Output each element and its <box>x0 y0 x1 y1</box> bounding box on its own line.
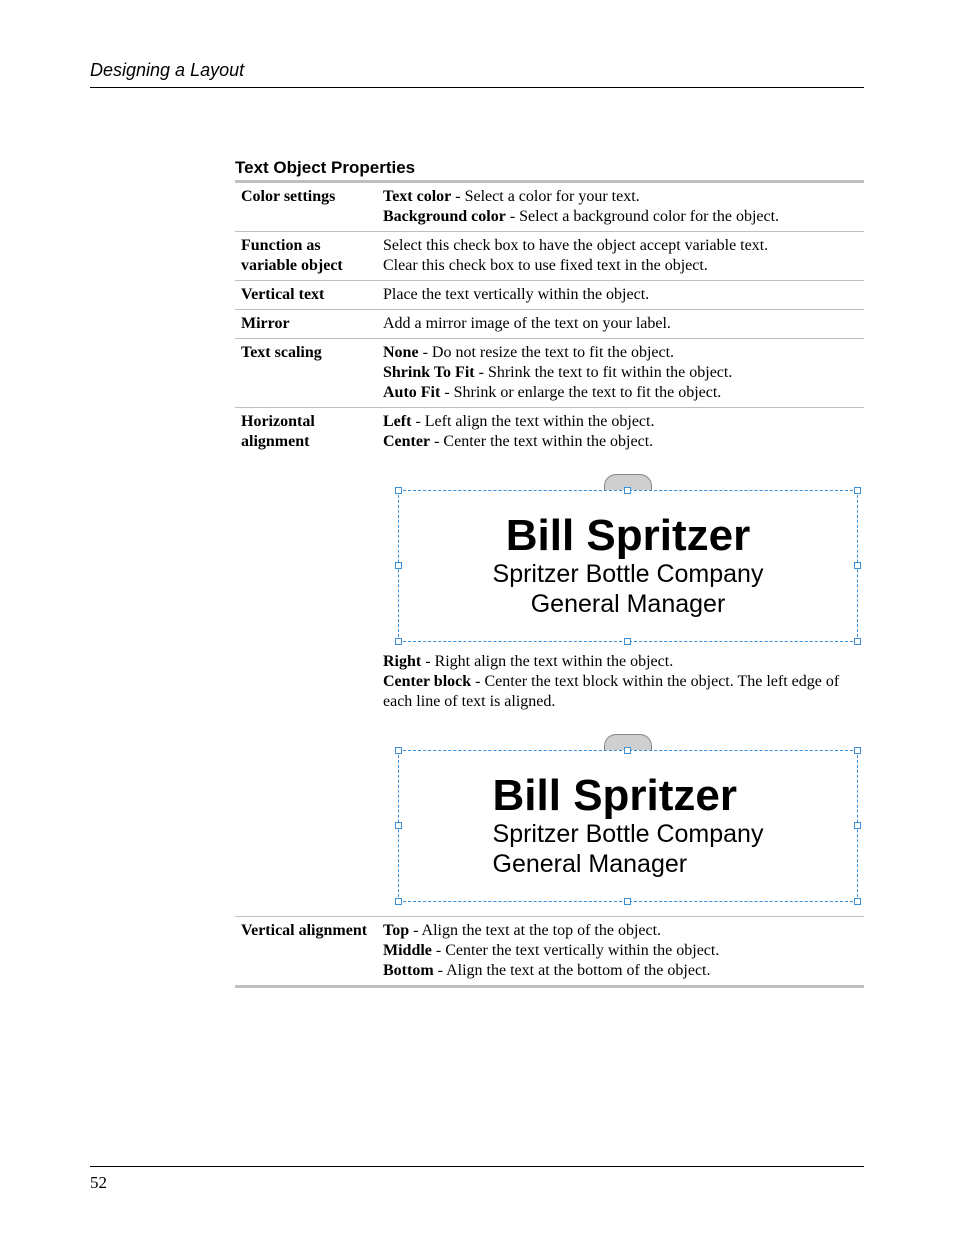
resize-handle-icon <box>624 638 631 645</box>
resize-handle-icon <box>854 562 861 569</box>
label-valign-bottom: Bottom <box>383 962 434 979</box>
header-divider <box>90 87 864 88</box>
variable-line2: Clear this check box to use fixed text i… <box>383 257 708 274</box>
table-row: Text scaling None - Do not resize the te… <box>235 339 864 408</box>
resize-handle-icon <box>854 822 861 829</box>
selection-box: Bill Spritzer Spritzer Bottle Company Ge… <box>398 750 858 902</box>
label-scaling-none: None <box>383 344 419 361</box>
desc-scaling-shrink: - Shrink the text to fit within the obje… <box>475 364 733 381</box>
selection-box: Bill Spritzer Spritzer Bottle Company Ge… <box>398 490 858 642</box>
sample-title: General Manager <box>409 589 847 619</box>
label-sample-center: Bill Spritzer Spritzer Bottle Company Ge… <box>409 513 847 619</box>
variable-line1: Select this check box to have the object… <box>383 237 768 254</box>
resize-handle-icon <box>395 898 402 905</box>
desc-halign-right: - Right align the text within the object… <box>421 653 673 670</box>
prop-name-vertical-text: Vertical text <box>235 281 377 310</box>
table-row: Color settings Text color - Select a col… <box>235 182 864 232</box>
label-background-color: Background color <box>383 208 506 225</box>
table-row: Mirror Add a mirror image of the text on… <box>235 310 864 339</box>
resize-handle-icon <box>395 562 402 569</box>
label-text-color: Text color <box>383 188 451 205</box>
text-object-properties-table: Color settings Text color - Select a col… <box>235 180 864 988</box>
resize-handle-icon <box>854 898 861 905</box>
prop-name-variable-object: Function as variable object <box>235 232 377 281</box>
page-footer: 52 <box>90 1166 864 1193</box>
resize-handle-icon <box>395 747 402 754</box>
desc-valign-middle: - Center the text vertically within the … <box>432 942 719 959</box>
prop-name-vertical-alignment: Vertical alignment <box>235 917 377 987</box>
resize-handle-icon <box>854 747 861 754</box>
desc-valign-bottom: - Align the text at the bottom of the ob… <box>434 962 711 979</box>
label-halign-center: Center <box>383 433 430 450</box>
table-row: Horizontal alignment Left - Left align t… <box>235 408 864 917</box>
figure-halign-centerblock: Bill Spritzer Spritzer Bottle Company Ge… <box>383 726 858 906</box>
prop-name-mirror: Mirror <box>235 310 377 339</box>
desc-halign-left: - Left align the text within the object. <box>411 413 654 430</box>
desc-scaling-auto: - Shrink or enlarge the text to fit the … <box>440 384 721 401</box>
table-row: Function as variable object Select this … <box>235 232 864 281</box>
sample-name: Bill Spritzer <box>409 513 847 559</box>
sample-company: Spritzer Bottle Company <box>409 559 847 589</box>
prop-desc-text-scaling: None - Do not resize the text to fit the… <box>377 339 864 408</box>
resize-handle-icon <box>395 638 402 645</box>
prop-desc-horizontal-alignment: Left - Left align the text within the ob… <box>377 408 864 917</box>
label-valign-middle: Middle <box>383 942 432 959</box>
prop-name-horizontal-alignment: Horizontal alignment <box>235 408 377 917</box>
desc-valign-top: - Align the text at the top of the objec… <box>409 922 661 939</box>
main-content: Text Object Properties Color settings Te… <box>235 158 864 988</box>
resize-handle-icon <box>624 898 631 905</box>
resize-handle-icon <box>624 747 631 754</box>
page-number: 52 <box>90 1173 864 1193</box>
footer-divider <box>90 1166 864 1167</box>
sample-title: General Manager <box>493 849 764 879</box>
prop-name-color-settings: Color settings <box>235 182 377 232</box>
resize-handle-icon <box>395 822 402 829</box>
label-halign-centerblock: Center block <box>383 673 471 690</box>
label-halign-right: Right <box>383 653 421 670</box>
table-row: Vertical text Place the text vertically … <box>235 281 864 310</box>
page-header-title: Designing a Layout <box>90 60 864 81</box>
resize-handle-icon <box>854 638 861 645</box>
label-scaling-shrink: Shrink To Fit <box>383 364 475 381</box>
sample-name: Bill Spritzer <box>493 773 764 819</box>
label-valign-top: Top <box>383 922 409 939</box>
table-row: Vertical alignment Top - Align the text … <box>235 917 864 987</box>
prop-name-text-scaling: Text scaling <box>235 339 377 408</box>
label-sample-centerblock: Bill Spritzer Spritzer Bottle Company Ge… <box>493 773 764 879</box>
sample-company: Spritzer Bottle Company <box>493 819 764 849</box>
figure-halign-center: Bill Spritzer Spritzer Bottle Company Ge… <box>383 466 858 646</box>
prop-desc-vertical-text: Place the text vertically within the obj… <box>377 281 864 310</box>
label-halign-left: Left <box>383 413 411 430</box>
resize-handle-icon <box>624 487 631 494</box>
desc-halign-center: - Center the text within the object. <box>430 433 653 450</box>
document-page: Designing a Layout Text Object Propertie… <box>0 0 954 1235</box>
prop-desc-variable-object: Select this check box to have the object… <box>377 232 864 281</box>
prop-desc-vertical-alignment: Top - Align the text at the top of the o… <box>377 917 864 987</box>
label-scaling-auto: Auto Fit <box>383 384 440 401</box>
resize-handle-icon <box>395 487 402 494</box>
desc-background-color: - Select a background color for the obje… <box>506 208 779 225</box>
prop-desc-color-settings: Text color - Select a color for your tex… <box>377 182 864 232</box>
prop-desc-mirror: Add a mirror image of the text on your l… <box>377 310 864 339</box>
desc-scaling-none: - Do not resize the text to fit the obje… <box>419 344 674 361</box>
resize-handle-icon <box>854 487 861 494</box>
properties-table-title: Text Object Properties <box>235 158 864 180</box>
desc-text-color: - Select a color for your text. <box>451 188 639 205</box>
